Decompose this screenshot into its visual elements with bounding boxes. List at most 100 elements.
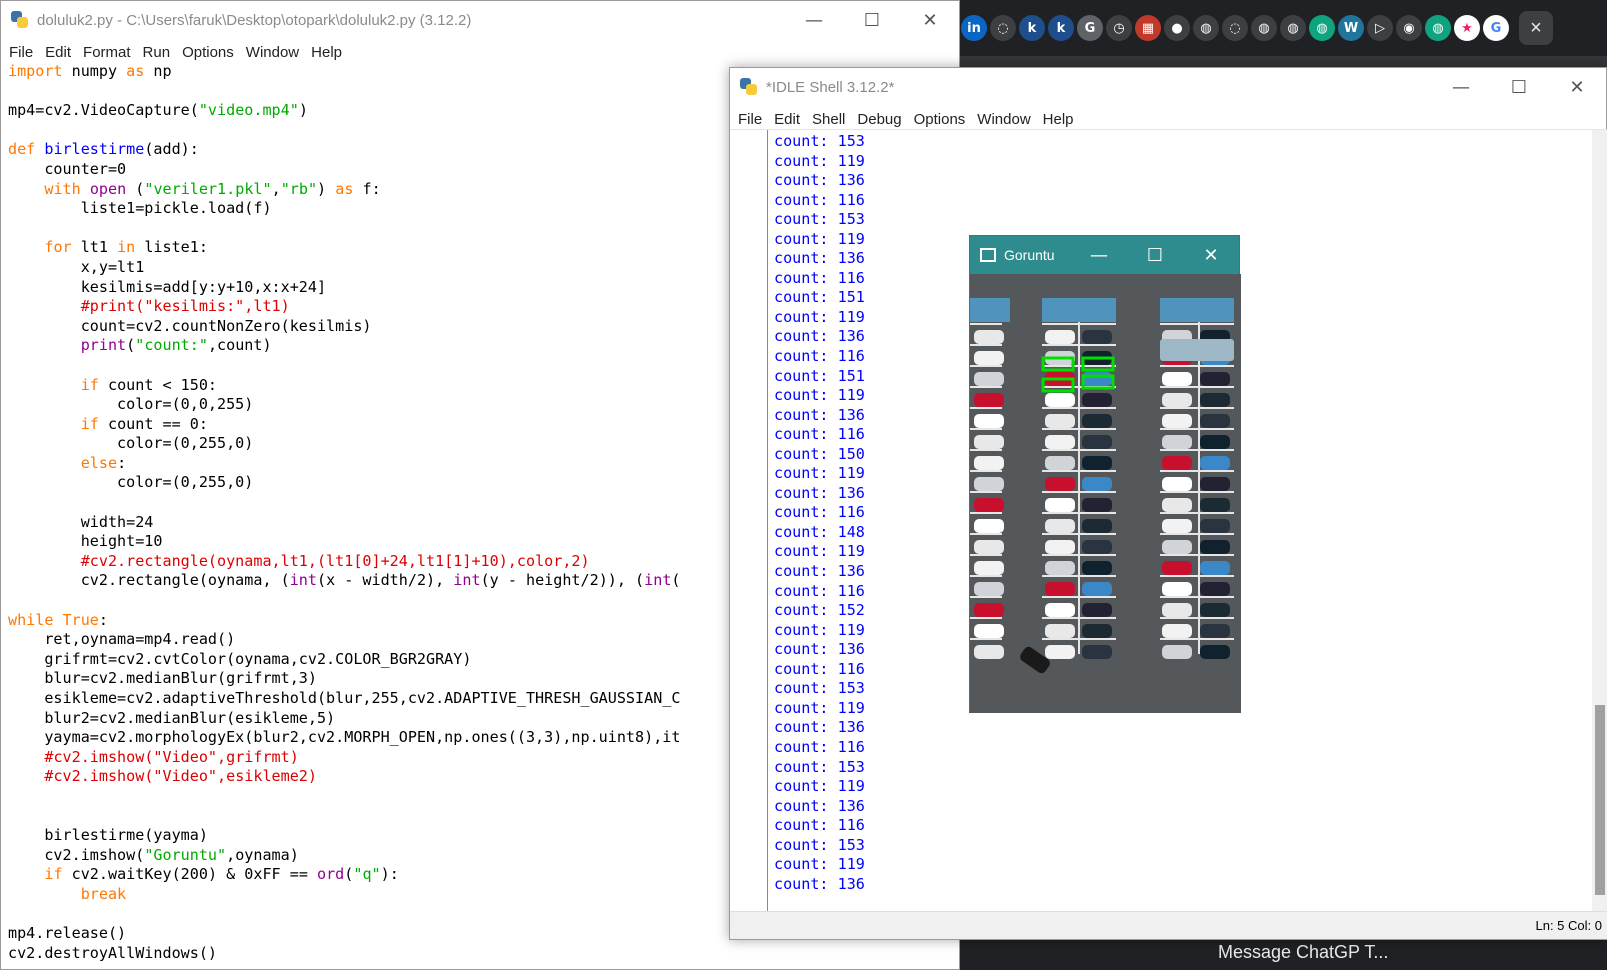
car xyxy=(1162,540,1192,554)
browser-tab-favicon[interactable]: ◍ xyxy=(1280,15,1306,41)
car xyxy=(1162,477,1192,491)
shell-menu-edit[interactable]: Edit xyxy=(768,111,806,128)
shell-output-line: count: 116 xyxy=(774,581,865,600)
car xyxy=(1082,561,1112,575)
code-line: if cv2.waitKey(200) & 0xFF == ord("q"): xyxy=(44,865,399,884)
shell-menu-help[interactable]: Help xyxy=(1037,111,1080,128)
browser-tab-favicon[interactable]: W xyxy=(1338,15,1364,41)
window-icon xyxy=(980,248,996,262)
browser-tab-favicon[interactable]: ◷ xyxy=(1106,15,1132,41)
editor-menu-options[interactable]: Options xyxy=(176,44,240,61)
browser-tab-favicon[interactable]: ▦ xyxy=(1135,15,1161,41)
car xyxy=(1045,330,1075,344)
close-tab-icon[interactable]: × xyxy=(1519,11,1553,45)
shell-titlebar[interactable]: *IDLE Shell 3.12.2* — ☐ ✕ xyxy=(730,68,1606,106)
shell-lines: count: 153 count: 119 count: 136 count: 116… xyxy=(774,132,865,894)
car xyxy=(1082,582,1112,596)
car xyxy=(974,603,1004,617)
shell-output-line: count: 119 xyxy=(774,698,865,717)
browser-tab-favicon[interactable]: ● xyxy=(1164,15,1190,41)
maximize-icon[interactable]: ☐ xyxy=(843,1,901,39)
car xyxy=(1162,561,1192,575)
car xyxy=(1162,645,1192,659)
shell-output-line: count: 119 xyxy=(774,855,865,874)
browser-tab-favicon[interactable]: ◉ xyxy=(1396,15,1422,41)
close-icon[interactable]: ✕ xyxy=(901,1,959,39)
car xyxy=(1045,456,1075,470)
browser-tab-favicon[interactable]: in xyxy=(961,15,987,41)
car xyxy=(1082,456,1112,470)
car xyxy=(1200,498,1230,512)
code-line: #cv2.rectangle(oynama,lt1,(lt1[0]+24,lt1… xyxy=(80,551,590,570)
car xyxy=(1082,603,1112,617)
car xyxy=(1162,372,1192,386)
shell-output-line: count: 116 xyxy=(774,190,865,209)
chat-input-hint[interactable]: Message ChatGP T... xyxy=(1218,942,1448,970)
car xyxy=(1045,645,1075,659)
close-icon[interactable]: ✕ xyxy=(1183,236,1239,274)
shell-menu-window[interactable]: Window xyxy=(971,111,1036,128)
car xyxy=(1045,603,1075,617)
status-bar: Ln: 5 Col: 0 xyxy=(730,911,1607,939)
code-line: import numpy as np xyxy=(8,62,172,80)
maximize-icon[interactable]: ☐ xyxy=(1490,68,1548,106)
shell-output-line: count: 153 xyxy=(774,210,865,229)
google-tab-icon[interactable]: G xyxy=(1483,15,1509,41)
shell-menu-debug[interactable]: Debug xyxy=(851,111,907,128)
car xyxy=(1200,414,1230,428)
browser-tab-favicon[interactable]: ◍ xyxy=(1425,15,1451,41)
editor-titlebar[interactable]: doluluk2.py - C:\Users\faruk\Desktop\oto… xyxy=(1,1,959,39)
browser-tab-favicon[interactable]: ◍ xyxy=(1193,15,1219,41)
goruntu-title: Goruntu xyxy=(1004,247,1055,263)
minimize-icon[interactable]: — xyxy=(1432,68,1490,106)
browser-tab-favicon[interactable]: k xyxy=(1019,15,1045,41)
code-line: def birlestirme(add): xyxy=(8,140,199,159)
maximize-icon[interactable]: ☐ xyxy=(1127,236,1183,274)
editor-menu-run[interactable]: Run xyxy=(137,44,177,61)
scrollbar-thumb[interactable] xyxy=(1595,705,1605,895)
editor-menu-window[interactable]: Window xyxy=(240,44,305,61)
car xyxy=(1082,414,1112,428)
browser-tab-favicon[interactable]: ◌ xyxy=(1222,15,1248,41)
code-editor[interactable]: import numpy as np mp4=cv2.VideoCapture(… xyxy=(8,62,748,963)
car xyxy=(1082,372,1112,386)
car xyxy=(1045,624,1075,638)
car xyxy=(974,645,1004,659)
code-line: with open ("veriler1.pkl","rb") as f: xyxy=(44,179,381,198)
editor-menu-help[interactable]: Help xyxy=(305,44,348,61)
car xyxy=(1162,624,1192,638)
browser-tab-favicon[interactable]: ◍ xyxy=(1251,15,1277,41)
shell-scrollbar[interactable] xyxy=(1592,130,1607,914)
car xyxy=(1162,519,1192,533)
browser-tab-favicon[interactable]: ◌ xyxy=(990,15,1016,41)
cursor-position: Ln: 5 Col: 0 xyxy=(1535,918,1603,933)
shell-menu-file[interactable]: File xyxy=(732,111,768,128)
close-icon[interactable]: ✕ xyxy=(1548,68,1606,106)
minimize-icon[interactable]: — xyxy=(1071,236,1127,274)
shell-output-line: count: 136 xyxy=(774,796,865,815)
shell-output-line: count: 119 xyxy=(774,307,865,326)
goruntu-titlebar[interactable]: Goruntu — ☐ ✕ xyxy=(970,236,1239,274)
browser-tab-favicon[interactable]: k xyxy=(1048,15,1074,41)
code-line: yayma=cv2.morphologyEx(blur2,cv2.MORPH_O… xyxy=(8,728,681,747)
shell-menu-options[interactable]: Options xyxy=(908,111,972,128)
code-line: grifrmt=cv2.cvtColor(oynama,cv2.COLOR_BG… xyxy=(8,649,472,668)
browser-tab-favicon[interactable]: G xyxy=(1077,15,1103,41)
code-line: #print("kesilmis:",lt1) xyxy=(80,297,290,316)
code-line: kesilmis=add[y:y+10,x:x+24] xyxy=(8,277,327,296)
shell-output-line: count: 153 xyxy=(774,679,865,698)
browser-tab-favicon[interactable]: ★ xyxy=(1454,15,1480,41)
car xyxy=(1200,435,1230,449)
browser-tab-favicon[interactable]: ◍ xyxy=(1309,15,1335,41)
editor-menu-format[interactable]: Format xyxy=(77,44,137,61)
editor-menu-edit[interactable]: Edit xyxy=(39,44,77,61)
python-icon xyxy=(740,78,758,96)
shell-menu-shell[interactable]: Shell xyxy=(806,111,851,128)
shell-output-line: count: 119 xyxy=(774,777,865,796)
car xyxy=(1082,393,1112,407)
shell-output-line: count: 153 xyxy=(774,132,865,150)
minimize-icon[interactable]: — xyxy=(785,1,843,39)
editor-menu-file[interactable]: File xyxy=(3,44,39,61)
browser-tab-favicon[interactable]: ▷ xyxy=(1367,15,1393,41)
code-line: esikleme=cv2.adaptiveThreshold(blur,255,… xyxy=(8,689,681,707)
